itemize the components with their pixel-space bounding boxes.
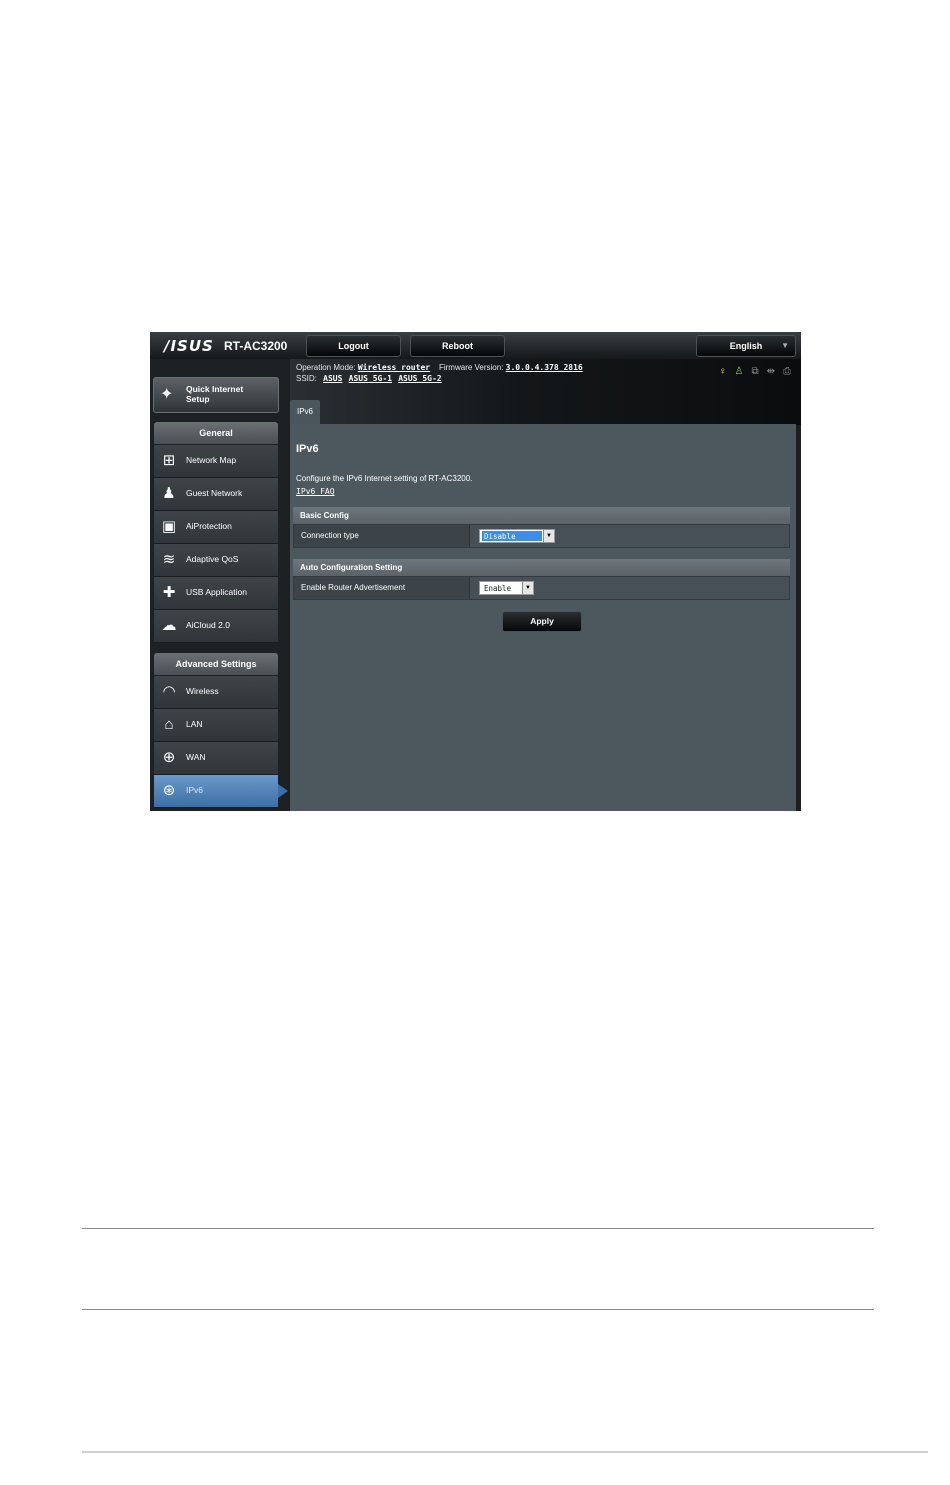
language-value: English bbox=[729, 341, 763, 351]
sidebar-item-wireless[interactable]: ◠ Wireless bbox=[154, 676, 278, 709]
sidebar-item-ipv6[interactable]: ⊛ IPv6 bbox=[154, 775, 288, 808]
logout-button[interactable]: Logout bbox=[306, 335, 401, 357]
sidebar-item-label: LAN bbox=[186, 719, 203, 729]
firmware-link[interactable]: 3.0.0.4.378_2816 bbox=[506, 363, 583, 372]
connection-type-row: Connection type Disable ▼ bbox=[293, 524, 790, 548]
globe-icon: ⊕ bbox=[162, 749, 176, 766]
main-content: IPv6 Configure the IPv6 Internet setting… bbox=[290, 424, 796, 811]
printer-icon[interactable]: ⎙ bbox=[783, 366, 791, 378]
router-advertisement-select[interactable]: Enable ▼ bbox=[479, 581, 534, 595]
language-select[interactable]: English ▼ bbox=[696, 335, 796, 357]
wifi-icon: ◠ bbox=[162, 683, 176, 700]
connection-type-label: Connection type bbox=[294, 525, 470, 547]
magic-wand-icon: ✦ bbox=[160, 386, 174, 403]
sidebar-item-adaptive-qos[interactable]: ≋ Adaptive QoS bbox=[154, 544, 278, 577]
sidebar-item-label: AiCloud 2.0 bbox=[186, 620, 230, 630]
user-icon[interactable]: ♙ bbox=[735, 366, 744, 378]
general-section-header: General bbox=[154, 422, 278, 444]
router-advertisement-label: Enable Router Advertisement bbox=[294, 577, 470, 599]
sidebar-item-label: Adaptive QoS bbox=[186, 554, 239, 564]
operation-mode-label: Operation Mode: bbox=[296, 363, 356, 372]
sidebar-item-aicloud[interactable]: ☁ AiCloud 2.0 bbox=[154, 610, 278, 643]
operation-mode-line: Operation Mode: Wireless router Firmware… bbox=[296, 363, 583, 372]
ipv6-faq-link[interactable]: IPv6 FAQ bbox=[296, 487, 335, 496]
cloud-icon: ☁ bbox=[161, 617, 177, 634]
ssid-line: SSID: ASUS ASUS_5G-1 ASUS_5G-2 bbox=[296, 374, 442, 383]
sidebar-item-label: Wireless bbox=[186, 686, 219, 696]
status-bar: Operation Mode: Wireless router Firmware… bbox=[290, 359, 801, 425]
chevron-down-icon: ▼ bbox=[522, 582, 533, 594]
basic-config-header: Basic Config bbox=[293, 507, 790, 524]
ssid-link[interactable]: ASUS_5G-2 bbox=[398, 374, 441, 383]
sidebar: ✦ Quick Internet Setup General ⊞ Network… bbox=[150, 359, 290, 811]
chevron-down-icon: ▼ bbox=[543, 530, 554, 542]
ssid-link[interactable]: ASUS bbox=[323, 374, 342, 383]
usb-icon[interactable]: ⇹ bbox=[767, 366, 775, 378]
puzzle-icon: ✚ bbox=[162, 584, 176, 601]
sidebar-item-label: Guest Network bbox=[186, 488, 243, 498]
sidebar-item-wan[interactable]: ⊕ WAN bbox=[154, 742, 278, 775]
ipv6-icon: ⊛ bbox=[162, 782, 176, 799]
connection-type-value: Disable bbox=[482, 531, 542, 541]
status-icons: ♀ ♙ ⧉ ⇹ ⎙ bbox=[719, 366, 791, 378]
sidebar-item-guest-network[interactable]: ♟ Guest Network bbox=[154, 478, 278, 511]
chevron-down-icon: ▼ bbox=[781, 341, 789, 350]
sidebar-item-usb-application[interactable]: ✚ USB Application bbox=[154, 577, 278, 610]
ssid-link[interactable]: ASUS_5G-1 bbox=[349, 374, 392, 383]
sidebar-item-lan[interactable]: ⌂ LAN bbox=[154, 709, 278, 742]
sidebar-item-label: Network Map bbox=[186, 455, 237, 465]
divider bbox=[82, 1309, 874, 1310]
copy-icon[interactable]: ⧉ bbox=[751, 366, 758, 378]
quick-setup-label: Quick Internet Setup bbox=[186, 384, 244, 404]
lightbulb-icon[interactable]: ♀ bbox=[719, 366, 727, 378]
auto-config-header: Auto Configuration Setting bbox=[293, 559, 790, 576]
sidebar-item-label: USB Application bbox=[186, 587, 247, 597]
sidebar-item-aiprotection[interactable]: ▣ AiProtection bbox=[154, 511, 278, 544]
apply-button[interactable]: Apply bbox=[502, 611, 582, 632]
router-advertisement-row: Enable Router Advertisement Enable ▼ bbox=[293, 576, 790, 600]
lock-icon: ▣ bbox=[161, 518, 177, 535]
sidebar-item-label: WAN bbox=[186, 752, 206, 762]
operation-mode-link[interactable]: Wireless router bbox=[358, 363, 430, 372]
divider bbox=[82, 1228, 874, 1229]
page-title: IPv6 bbox=[296, 443, 319, 455]
footer-divider bbox=[82, 1451, 928, 1453]
tab-ipv6[interactable]: IPv6 bbox=[290, 400, 320, 424]
quick-internet-setup-button[interactable]: ✦ Quick Internet Setup bbox=[153, 377, 279, 413]
guest-network-icon: ♟ bbox=[162, 485, 176, 502]
top-bar: /ISUS RT-AC3200 Logout Reboot English ▼ bbox=[150, 332, 801, 359]
sidebar-item-label: AiProtection bbox=[186, 521, 232, 531]
firmware-label: Firmware Version: bbox=[438, 363, 504, 372]
page-description: Configure the IPv6 Internet setting of R… bbox=[296, 474, 473, 483]
network-map-icon: ⊞ bbox=[162, 452, 176, 469]
router-advertisement-value: Enable bbox=[484, 584, 512, 593]
sidebar-item-label: IPv6 bbox=[186, 785, 204, 795]
advanced-section-header: Advanced Settings bbox=[154, 653, 278, 675]
ssid-label: SSID: bbox=[296, 374, 317, 383]
connection-type-select[interactable]: Disable ▼ bbox=[479, 529, 555, 543]
reboot-button[interactable]: Reboot bbox=[410, 335, 505, 357]
router-admin-screenshot: /ISUS RT-AC3200 Logout Reboot English ▼ … bbox=[150, 332, 801, 811]
qos-icon: ≋ bbox=[162, 551, 176, 568]
sidebar-item-network-map[interactable]: ⊞ Network Map bbox=[154, 445, 278, 478]
house-icon: ⌂ bbox=[164, 716, 174, 733]
asus-logo: /ISUS bbox=[164, 337, 214, 355]
model-name: RT-AC3200 bbox=[224, 339, 288, 353]
